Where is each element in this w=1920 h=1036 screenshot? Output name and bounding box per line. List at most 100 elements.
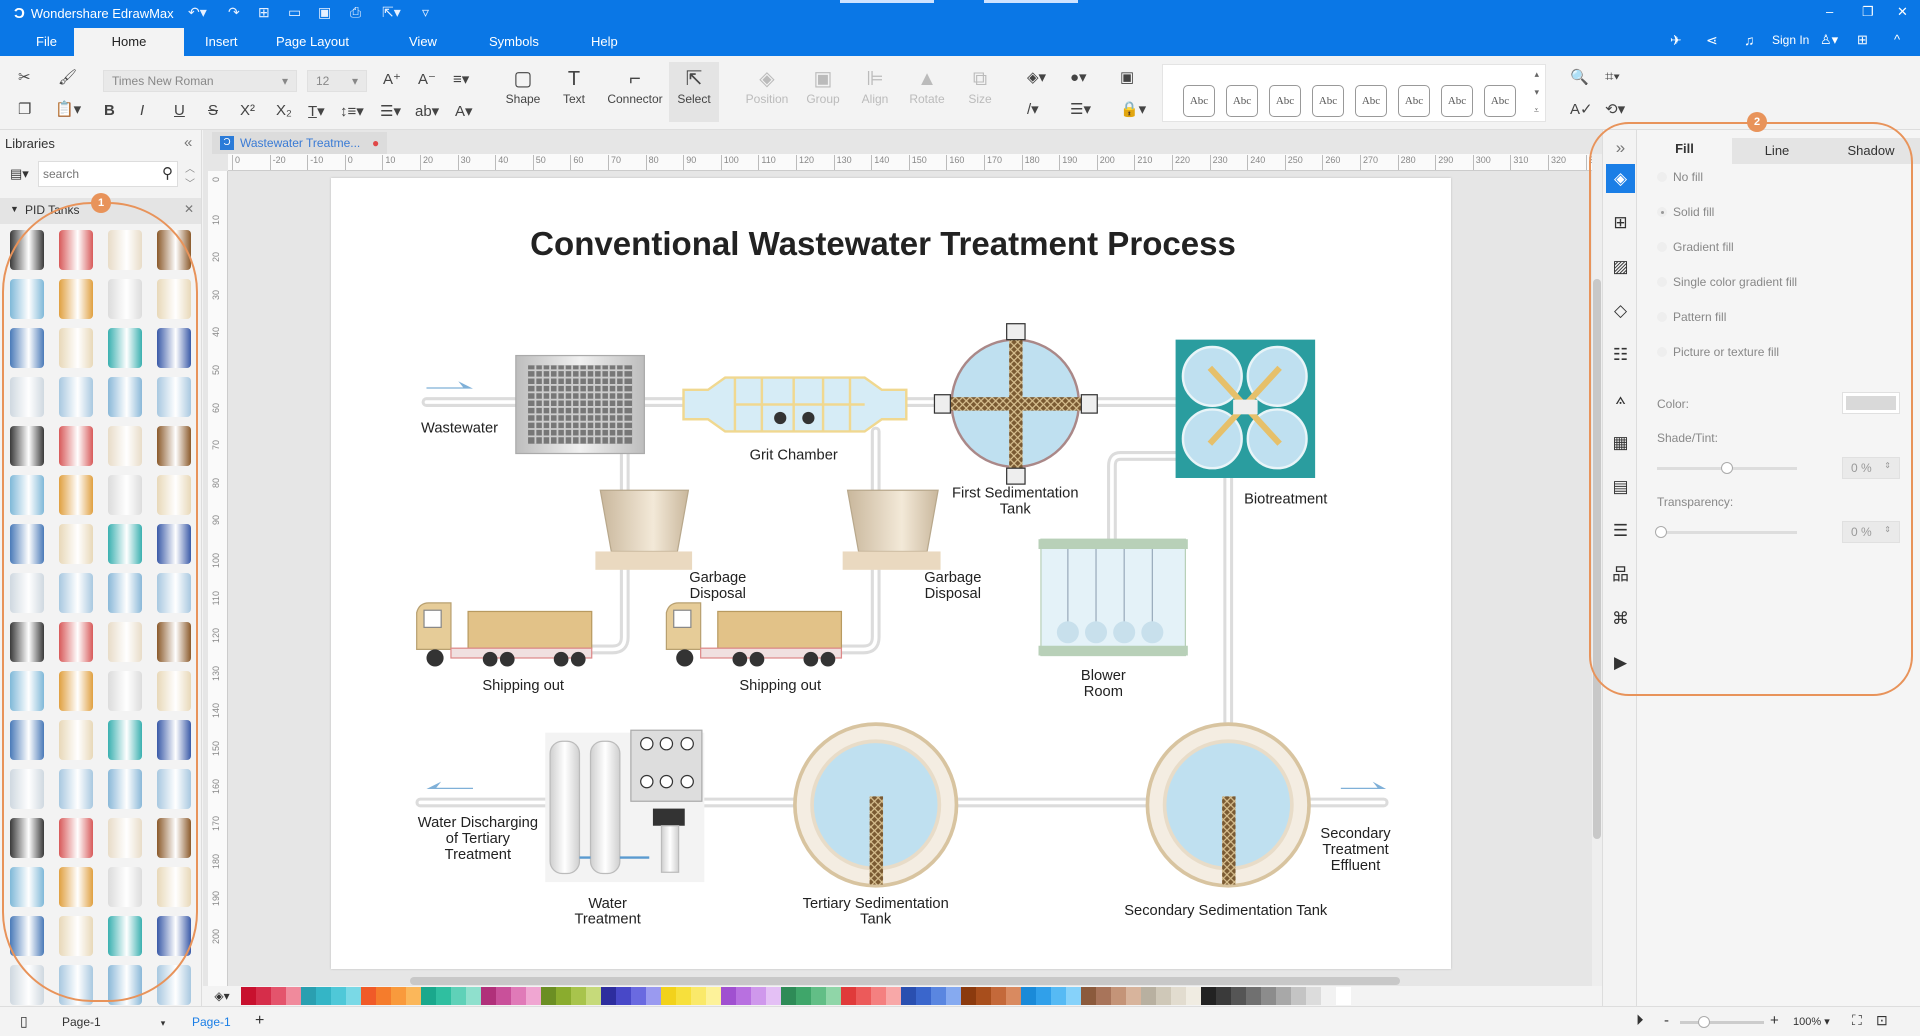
library-shape[interactable] (157, 671, 191, 711)
label-water-discharging-2[interactable]: of Tertiary (446, 831, 511, 847)
library-shape[interactable] (157, 573, 191, 613)
document-tab[interactable]: Ɔ Wastewater Treatme... ● (212, 132, 387, 154)
palette-color[interactable] (346, 987, 361, 1005)
sign-in-link[interactable]: Sign In (1772, 33, 1809, 47)
fullscreen-icon[interactable]: ⛶ (1852, 1012, 1862, 1029)
page-view-icon[interactable]: ▯ (20, 1013, 28, 1030)
tab-home[interactable]: Home (74, 28, 184, 56)
library-shape[interactable] (10, 524, 44, 564)
library-shape[interactable] (157, 524, 191, 564)
format-painter-icon[interactable]: 🖌 (58, 68, 77, 86)
shape-tool[interactable]: ▢ Shape (498, 66, 548, 106)
palette-color[interactable] (1216, 987, 1231, 1005)
library-shape[interactable] (157, 818, 191, 858)
shade-slider-handle[interactable] (1721, 462, 1733, 474)
palette-color[interactable] (1006, 987, 1021, 1005)
library-shape[interactable] (157, 279, 191, 319)
library-shape[interactable] (157, 475, 191, 515)
library-shape[interactable] (59, 328, 93, 368)
style-swatch[interactable]: Abc (1312, 85, 1344, 117)
style-swatch[interactable]: Abc (1183, 85, 1215, 117)
library-shape[interactable] (59, 475, 93, 515)
library-shape[interactable] (59, 818, 93, 858)
align-icon[interactable]: ≡▾ (453, 70, 469, 88)
drawing-page[interactable]: Conventional Wastewater Treatment Proces… (331, 178, 1451, 969)
library-shape[interactable] (108, 230, 142, 270)
highlight-icon[interactable]: ab▾ (415, 102, 439, 120)
fill-option[interactable]: Gradient fill (1657, 240, 1734, 254)
library-shape[interactable] (108, 867, 142, 907)
palette-color[interactable] (1081, 987, 1096, 1005)
paste-icon[interactable]: 📋▾ (55, 100, 81, 118)
zoom-in-icon[interactable]: + (1770, 1012, 1779, 1029)
search-input[interactable] (43, 163, 153, 185)
redo-icon[interactable]: ↷ (228, 4, 240, 21)
transparency-slider[interactable] (1655, 526, 1797, 538)
label-blower-room[interactable]: Blower (1081, 668, 1126, 684)
tab-shadow[interactable]: Shadow (1822, 138, 1920, 168)
bullets-icon[interactable]: ☰▾ (380, 102, 401, 120)
palette-color[interactable] (571, 987, 586, 1005)
library-shape[interactable] (59, 671, 93, 711)
tab-insert[interactable]: Insert (191, 28, 252, 56)
text-format-icon[interactable]: T̲▾ (308, 102, 325, 120)
undo-icon[interactable]: ↶▾ (188, 4, 207, 21)
share-icon[interactable]: ⋖ (1706, 32, 1718, 49)
line-color-icon[interactable]: /▾ (1027, 100, 1039, 118)
style-swatch[interactable]: Abc (1226, 85, 1258, 117)
palette-color[interactable] (1171, 987, 1186, 1005)
fill-option[interactable]: Pattern fill (1657, 310, 1726, 324)
diagram[interactable]: Conventional Wastewater Treatment Proces… (331, 178, 1451, 969)
crop-icon[interactable]: ⌗▾ (1605, 68, 1620, 85)
text-tool[interactable]: T Text (549, 66, 599, 106)
label-water-treatment-2[interactable]: Treatment (574, 912, 640, 928)
library-shape[interactable] (108, 377, 142, 417)
library-shape[interactable] (59, 965, 93, 1005)
collapse-panel-icon[interactable]: « (184, 134, 192, 151)
library-shape[interactable] (108, 426, 142, 466)
library-shape[interactable] (59, 867, 93, 907)
library-shape[interactable] (108, 720, 142, 760)
library-shape[interactable] (108, 622, 142, 662)
image-icon[interactable]: ▨ (1606, 252, 1635, 281)
palette-color[interactable] (1306, 987, 1321, 1005)
fit-page-icon[interactable]: ⊡ (1876, 1012, 1888, 1029)
tab-line[interactable]: Line (1732, 138, 1822, 168)
library-shape[interactable] (10, 916, 44, 956)
mindmap-icon[interactable]: ⌘ (1606, 604, 1635, 633)
library-shape[interactable] (59, 769, 93, 809)
close-icon[interactable]: ✕ (1897, 4, 1908, 20)
palette-color[interactable] (1141, 987, 1156, 1005)
library-shape[interactable] (59, 524, 93, 564)
library-shape[interactable] (59, 377, 93, 417)
palette-color[interactable] (1066, 987, 1081, 1005)
radio-button[interactable] (1657, 242, 1667, 252)
library-shape[interactable] (108, 279, 142, 319)
palette-color[interactable] (466, 987, 481, 1005)
palette-color[interactable] (661, 987, 676, 1005)
find-replace-icon[interactable]: 🔍 (1570, 68, 1589, 86)
library-shape[interactable] (59, 573, 93, 613)
label-shipping-out[interactable]: Shipping out (482, 678, 564, 694)
palette-color[interactable] (721, 987, 736, 1005)
label-shipping-out[interactable]: Shipping out (739, 678, 821, 694)
library-shape[interactable] (157, 230, 191, 270)
library-shape[interactable] (108, 524, 142, 564)
label-secondary-sedimentation[interactable]: Secondary Sedimentation Tank (1124, 903, 1328, 919)
line-style-icon[interactable]: ☰▾ (1070, 100, 1091, 118)
palette-color[interactable] (691, 987, 706, 1005)
label-first-sedimentation[interactable]: First Sedimentation (952, 486, 1079, 502)
style-swatch[interactable]: Abc (1398, 85, 1430, 117)
tab-page-layout[interactable]: Page Layout (262, 28, 363, 56)
palette-color[interactable] (436, 987, 451, 1005)
label-secondary-effluent-3[interactable]: Effluent (1331, 858, 1381, 874)
palette-color[interactable] (751, 987, 766, 1005)
library-shape[interactable] (10, 475, 44, 515)
library-shape[interactable] (108, 475, 142, 515)
label-wastewater[interactable]: Wastewater (421, 421, 498, 437)
library-shape[interactable] (59, 916, 93, 956)
library-shape[interactable] (59, 230, 93, 270)
gallery-down-icon[interactable]: ▾ (1534, 87, 1539, 98)
expand-panel-icon[interactable]: » (1606, 133, 1635, 162)
table-icon[interactable]: ▦ (1606, 428, 1635, 457)
